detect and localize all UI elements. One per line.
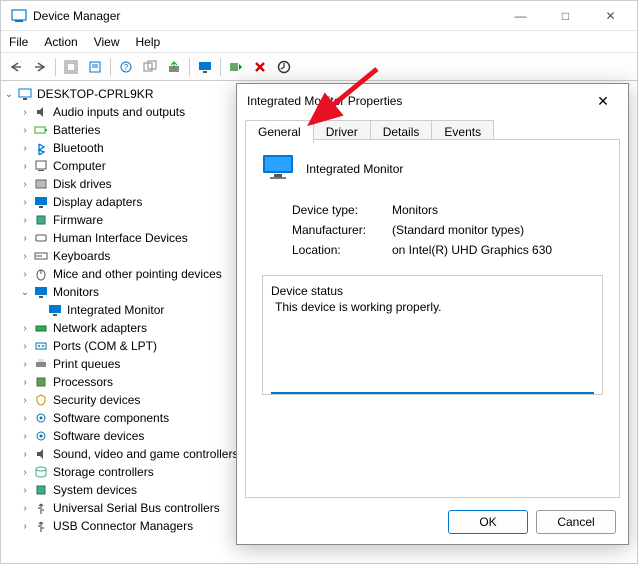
monitor-icon <box>33 284 49 300</box>
manufacturer-label: Manufacturer: <box>292 223 392 237</box>
hid-icon <box>33 230 49 246</box>
expand-icon[interactable]: › <box>19 214 31 226</box>
expand-icon[interactable]: › <box>19 376 31 388</box>
usb-icon <box>33 500 49 516</box>
properties-dialog: Integrated Monitor Properties ✕ General … <box>236 83 629 545</box>
expand-icon[interactable]: › <box>19 412 31 424</box>
uninstall-button[interactable] <box>249 56 271 78</box>
app-icon <box>11 8 27 24</box>
display-icon <box>33 194 49 210</box>
sw-icon <box>33 428 49 444</box>
expand-icon[interactable]: › <box>19 106 31 118</box>
expand-icon[interactable]: › <box>19 160 31 172</box>
separator <box>220 58 221 76</box>
show-hidden-button[interactable] <box>60 56 82 78</box>
menu-action[interactable]: Action <box>44 35 77 49</box>
sw-icon <box>33 410 49 426</box>
computer-icon <box>17 86 33 102</box>
mouse-icon <box>33 266 49 282</box>
update-driver-button[interactable] <box>163 56 185 78</box>
device-name: Integrated Monitor <box>306 162 403 176</box>
expand-icon[interactable]: › <box>19 430 31 442</box>
sec-icon <box>33 392 49 408</box>
menu-help[interactable]: Help <box>136 35 161 49</box>
disk-icon <box>33 176 49 192</box>
monitor-icon <box>47 302 63 318</box>
chip-icon <box>33 212 49 228</box>
enable-button[interactable] <box>225 56 247 78</box>
dialog-close-button[interactable]: ✕ <box>588 93 618 110</box>
manufacturer-value: (Standard monitor types) <box>392 223 524 237</box>
battery-icon <box>33 122 49 138</box>
titlebar: Device Manager — □ ✕ <box>1 1 637 31</box>
tab-panel-general: Integrated Monitor Device type:Monitors … <box>245 139 620 498</box>
expand-icon[interactable]: › <box>19 268 31 280</box>
expand-icon[interactable]: › <box>19 520 31 532</box>
expand-icon[interactable]: › <box>19 466 31 478</box>
expand-icon[interactable]: ⌄ <box>19 286 31 298</box>
expand-icon[interactable]: › <box>19 358 31 370</box>
device-status-group: Device status This device is working pro… <box>262 275 603 395</box>
location-value: on Intel(R) UHD Graphics 630 <box>392 243 552 257</box>
expand-icon[interactable]: › <box>19 178 31 190</box>
separator <box>55 58 56 76</box>
audio-icon <box>33 446 49 462</box>
close-button[interactable]: ✕ <box>588 1 633 31</box>
menu-view[interactable]: View <box>94 35 120 49</box>
tab-general[interactable]: General <box>245 120 314 143</box>
cpu-icon <box>33 374 49 390</box>
monitor-action-button[interactable] <box>194 56 216 78</box>
device-type-value: Monitors <box>392 203 438 217</box>
collapse-icon[interactable]: ⌄ <box>3 88 15 100</box>
port-icon <box>33 338 49 354</box>
expand-icon[interactable]: › <box>19 250 31 262</box>
bt-icon <box>33 140 49 156</box>
properties-button[interactable] <box>84 56 106 78</box>
menu-file[interactable]: File <box>9 35 28 49</box>
expand-icon[interactable]: › <box>19 196 31 208</box>
help-button[interactable]: ? <box>115 56 137 78</box>
toolbar: ? <box>1 53 637 81</box>
expand-icon[interactable]: › <box>19 322 31 334</box>
minimize-button[interactable]: — <box>498 1 543 31</box>
dialog-title: Integrated Monitor Properties <box>247 94 588 108</box>
expand-icon[interactable]: › <box>19 142 31 154</box>
audio-icon <box>33 104 49 120</box>
expand-icon[interactable]: › <box>19 232 31 244</box>
device-type-label: Device type: <box>292 203 392 217</box>
net-icon <box>33 320 49 336</box>
separator <box>189 58 190 76</box>
pc-icon <box>33 158 49 174</box>
scan-button[interactable] <box>139 56 161 78</box>
menubar: File Action View Help <box>1 31 637 53</box>
cancel-button[interactable]: Cancel <box>536 510 616 534</box>
print-icon <box>33 356 49 372</box>
maximize-button[interactable]: □ <box>543 1 588 31</box>
separator <box>110 58 111 76</box>
device-status-label: Device status <box>271 284 343 298</box>
scan-hardware-button[interactable] <box>273 56 295 78</box>
expand-icon[interactable]: › <box>19 124 31 136</box>
expand-icon[interactable]: › <box>19 502 31 514</box>
window-controls: — □ ✕ <box>498 1 633 31</box>
svg-text:?: ? <box>124 63 129 72</box>
dialog-titlebar: Integrated Monitor Properties ✕ <box>237 84 628 118</box>
expand-icon[interactable]: › <box>19 340 31 352</box>
chip-icon <box>33 482 49 498</box>
storage-icon <box>33 464 49 480</box>
back-button[interactable] <box>5 56 27 78</box>
expand-icon[interactable]: › <box>19 448 31 460</box>
usb-icon <box>33 518 49 534</box>
ok-button[interactable]: OK <box>448 510 528 534</box>
location-label: Location: <box>292 243 392 257</box>
expand-icon[interactable]: › <box>19 484 31 496</box>
monitor-icon <box>262 154 294 183</box>
window-title: Device Manager <box>33 9 498 23</box>
forward-button[interactable] <box>29 56 51 78</box>
expand-icon[interactable]: › <box>19 394 31 406</box>
device-status-text[interactable]: This device is working properly. <box>271 298 594 394</box>
kb-icon <box>33 248 49 264</box>
